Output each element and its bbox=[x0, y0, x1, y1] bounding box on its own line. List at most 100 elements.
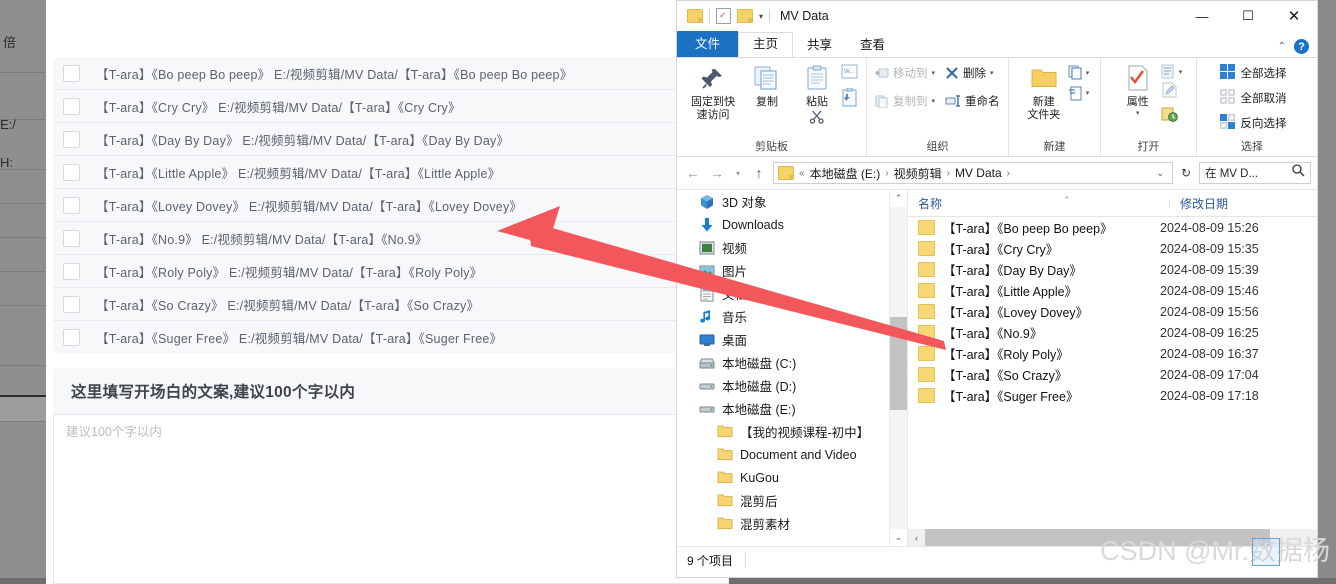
chevron-down-icon[interactable]: ▾ bbox=[932, 69, 936, 77]
chevron-down-icon[interactable]: ▾ bbox=[1179, 68, 1183, 76]
table-row[interactable]: 【T-ara】《Roly Poly》 2024-08-09 16:37 bbox=[908, 343, 1317, 364]
select-all-button[interactable]: 全部选择 bbox=[1219, 62, 1287, 84]
breadcrumb[interactable]: « 本地磁盘 (E:) › 视频剪辑 › MV Data › ⌄ bbox=[773, 162, 1173, 184]
scroll-thumb[interactable] bbox=[890, 317, 907, 410]
nav-item-folder-mixed-after[interactable]: 混剪后 bbox=[677, 489, 907, 512]
nav-item-documents[interactable]: 文档 bbox=[677, 282, 907, 305]
close-button[interactable]: ✕ bbox=[1271, 1, 1317, 31]
copy-path-icon[interactable]: W... bbox=[841, 64, 858, 84]
list-item[interactable]: 【T-ara】《Little Apple》 E:/视频剪辑/MV Data/【T… bbox=[53, 156, 729, 189]
history-icon[interactable] bbox=[1161, 106, 1183, 127]
scroll-down-button[interactable]: ⌄ bbox=[890, 529, 907, 546]
recent-locations-icon[interactable]: ▾ bbox=[731, 162, 745, 184]
move-to-button[interactable]: 移动到 ▾ bbox=[875, 62, 939, 84]
chevron-down-icon[interactable]: ⌄ bbox=[1156, 168, 1168, 179]
nav-item-videos[interactable]: 视频 bbox=[677, 236, 907, 259]
chevron-down-icon[interactable]: ▾ bbox=[1086, 69, 1090, 77]
new-folder-button[interactable]: 新建 文件夹 bbox=[1020, 62, 1068, 122]
paste-button[interactable]: 粘贴 bbox=[793, 62, 841, 129]
scroll-track[interactable] bbox=[890, 207, 907, 529]
chevron-down-icon[interactable]: ▾ bbox=[1136, 109, 1140, 117]
list-item[interactable]: 【T-ara】《Roly Poly》 E:/视频剪辑/MV Data/【T-ar… bbox=[53, 255, 729, 288]
properties-button[interactable]: 属性 ▾ bbox=[1115, 62, 1161, 117]
table-row[interactable]: 【T-ara】《Day By Day》 2024-08-09 15:39 bbox=[908, 259, 1317, 280]
minimize-button[interactable]: — bbox=[1179, 1, 1225, 31]
opening-script-textarea[interactable]: 建议100个字以内 bbox=[53, 414, 729, 584]
column-header-name[interactable]: 名称 ⌃ bbox=[908, 195, 1170, 212]
invert-selection-button[interactable]: 反向选择 bbox=[1219, 112, 1287, 134]
nav-item-pictures[interactable]: 图片 bbox=[677, 259, 907, 282]
table-row[interactable]: 【T-ara】《No.9》 2024-08-09 16:25 bbox=[908, 322, 1317, 343]
up-button[interactable]: ↑ bbox=[749, 162, 769, 184]
breadcrumb-separator[interactable]: › bbox=[885, 168, 888, 179]
breadcrumb-item-folder[interactable]: 视频剪辑 bbox=[894, 165, 942, 182]
properties-check-icon[interactable]: ✓ bbox=[716, 8, 731, 24]
tab-share[interactable]: 共享 bbox=[793, 33, 846, 57]
tab-home[interactable]: 主页 bbox=[738, 32, 794, 58]
copy-to-button[interactable]: 复制到 ▾ bbox=[875, 90, 939, 112]
pin-to-quick-access-button[interactable]: 固定到快 速访问 bbox=[685, 62, 741, 122]
nav-item-folder-course[interactable]: 【我的视频课程-初中】 bbox=[677, 420, 907, 443]
forward-button[interactable]: → bbox=[707, 162, 727, 184]
row-checkbox[interactable] bbox=[63, 262, 80, 280]
breadcrumb-separator[interactable]: › bbox=[947, 168, 950, 179]
breadcrumb-separator[interactable]: › bbox=[1007, 168, 1010, 179]
breadcrumb-item-current[interactable]: MV Data bbox=[955, 166, 1002, 180]
list-item[interactable]: 【T-ara】《Lovey Dovey》 E:/视频剪辑/MV Data/【T-… bbox=[53, 189, 729, 222]
chevron-up-icon[interactable]: ⌃ bbox=[1278, 41, 1286, 52]
list-item[interactable]: 【T-ara】《Day By Day》 E:/视频剪辑/MV Data/【T-a… bbox=[53, 123, 729, 156]
table-row[interactable]: 【T-ara】《Suger Free》 2024-08-09 17:18 bbox=[908, 385, 1317, 406]
row-checkbox[interactable] bbox=[63, 229, 80, 247]
table-row[interactable]: 【T-ara】《So Crazy》 2024-08-09 17:04 bbox=[908, 364, 1317, 385]
new-folder-icon[interactable] bbox=[737, 9, 753, 23]
breadcrumb-item-drive[interactable]: 本地磁盘 (E:) bbox=[810, 165, 881, 182]
list-item[interactable]: 【T-ara】《No.9》 E:/视频剪辑/MV Data/【T-ara】《No… bbox=[53, 222, 729, 255]
nav-item-drive-d[interactable]: 本地磁盘 (D:) bbox=[677, 374, 907, 397]
help-icon[interactable]: ? bbox=[1294, 39, 1309, 54]
row-checkbox[interactable] bbox=[63, 163, 80, 181]
table-row[interactable]: 【T-ara】《Cry Cry》 2024-08-09 15:35 bbox=[908, 238, 1317, 259]
column-header-modified[interactable]: 修改日期 bbox=[1170, 195, 1228, 212]
row-checkbox[interactable] bbox=[63, 196, 80, 214]
row-checkbox[interactable] bbox=[63, 97, 80, 115]
nav-item-3d-objects[interactable]: 3D 对象 bbox=[677, 190, 907, 213]
easy-access-button[interactable]: ▾ bbox=[1068, 85, 1090, 101]
delete-button[interactable]: 删除 ▾ bbox=[945, 62, 998, 84]
scroll-up-button[interactable]: ⌃ bbox=[890, 190, 907, 207]
row-checkbox[interactable] bbox=[63, 130, 80, 148]
open-with-button[interactable]: ▾ bbox=[1161, 64, 1183, 79]
nav-item-folder-document-video[interactable]: Document and Video bbox=[677, 443, 907, 466]
scroll-left-button[interactable]: ‹ bbox=[908, 533, 925, 543]
tab-file[interactable]: 文件 bbox=[677, 31, 739, 57]
nav-item-drive-e[interactable]: 本地磁盘 (E:) bbox=[677, 397, 907, 420]
nav-item-music[interactable]: 音乐 bbox=[677, 305, 907, 328]
list-item[interactable]: 【T-ara】《So Crazy》 E:/视频剪辑/MV Data/【T-ara… bbox=[53, 288, 729, 321]
chevron-down-icon[interactable]: ▾ bbox=[759, 12, 763, 21]
search-input[interactable]: 在 MV D... bbox=[1199, 162, 1311, 184]
copy-button[interactable]: 复制 bbox=[741, 62, 793, 109]
cut-scissors-icon[interactable] bbox=[809, 110, 825, 129]
nav-item-desktop[interactable]: 桌面 bbox=[677, 328, 907, 351]
nav-item-folder-mixed-material[interactable]: 混剪素材 bbox=[677, 512, 907, 535]
select-none-button[interactable]: 全部取消 bbox=[1219, 87, 1287, 109]
list-item[interactable]: 【T-ara】《Cry Cry》 E:/视频剪辑/MV Data/【T-ara】… bbox=[53, 90, 729, 123]
nav-item-downloads[interactable]: Downloads bbox=[677, 213, 907, 236]
chevron-down-icon[interactable]: ▾ bbox=[990, 69, 994, 77]
chevron-down-icon[interactable]: ▾ bbox=[932, 97, 936, 105]
table-row[interactable]: 【T-ara】《Bo peep Bo peep》 2024-08-09 15:2… bbox=[908, 217, 1317, 238]
row-checkbox[interactable] bbox=[63, 64, 80, 82]
nav-item-folder-kugou[interactable]: KuGou bbox=[677, 466, 907, 489]
table-row[interactable]: 【T-ara】《Lovey Dovey》 2024-08-09 15:56 bbox=[908, 301, 1317, 322]
nav-pane-scrollbar[interactable]: ⌃ ⌄ bbox=[889, 190, 907, 546]
nav-item-drive-c[interactable]: 本地磁盘 (C:) bbox=[677, 351, 907, 374]
list-item[interactable]: 【T-ara】《Suger Free》 E:/视频剪辑/MV Data/【T-a… bbox=[53, 321, 729, 353]
tab-view[interactable]: 查看 bbox=[846, 33, 899, 57]
rename-button[interactable]: 重命名 bbox=[945, 90, 1004, 112]
maximize-button[interactable]: ☐ bbox=[1225, 1, 1271, 31]
edit-icon[interactable] bbox=[1161, 82, 1183, 103]
row-checkbox[interactable] bbox=[63, 295, 80, 313]
chevron-down-icon[interactable]: ▾ bbox=[1086, 89, 1090, 97]
back-button[interactable]: ← bbox=[683, 162, 703, 184]
refresh-icon[interactable]: ↻ bbox=[1177, 166, 1195, 180]
paste-shortcut-icon[interactable] bbox=[841, 87, 858, 112]
